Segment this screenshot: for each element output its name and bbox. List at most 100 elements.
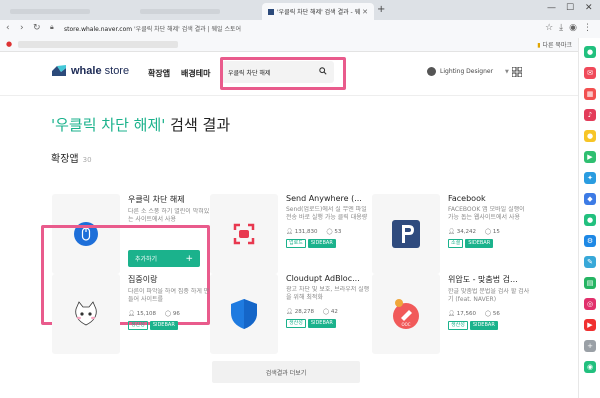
- download-icon[interactable]: ⤓: [559, 23, 563, 33]
- rating-count: ◯ 96: [164, 311, 180, 317]
- rating-count: ◯ 53: [326, 229, 342, 235]
- section-title: 확장앱 30: [51, 154, 92, 165]
- sidebar-tag[interactable]: SIDEBAR: [469, 321, 498, 330]
- add-icon[interactable]: +: [584, 340, 596, 352]
- users-count: 👤︎ 28,278: [286, 309, 314, 315]
- user-icon: 👤︎: [128, 311, 135, 317]
- extension-name[interactable]: 우클릭 차단 해제: [128, 194, 212, 205]
- menu-icon[interactable]: ⋮: [583, 23, 592, 33]
- tab-close-icon[interactable]: ✕: [362, 8, 368, 16]
- category-tag[interactable]: 소셜: [448, 239, 464, 248]
- extension-card[interactable]: Send Anywhere (... Send(업로드)에서 실 무엔 파일전송…: [210, 194, 370, 274]
- extension-thumbnail: [372, 194, 440, 274]
- profile-icon[interactable]: ◉: [569, 23, 577, 33]
- extension-card[interactable]: Cloudupt AdBloc... 광고 차단 및 보호, 브라우저 실행을 …: [210, 274, 370, 354]
- rating-count: ◯ 56: [484, 311, 500, 317]
- sidebar-tag[interactable]: SIDEBAR: [307, 239, 336, 248]
- users-count: 👤︎ 15,108: [128, 311, 156, 317]
- star-icon[interactable]: ☆: [545, 23, 553, 33]
- new-tab-button[interactable]: +: [377, 4, 385, 15]
- extension-icon[interactable]: ●: [584, 46, 596, 58]
- translate-icon[interactable]: ●: [584, 214, 596, 226]
- nav-themes[interactable]: 배경테마: [181, 68, 210, 79]
- browser-tab[interactable]: [4, 3, 132, 20]
- extension-card[interactable]: OOC 위압도 - 맞춤법 검... 한글 맞춤법 문법을 검사 할 검사기 (…: [372, 274, 532, 354]
- sidebar-tag[interactable]: SIDEBAR: [465, 239, 494, 248]
- book-icon[interactable]: ▤: [584, 277, 596, 289]
- extension-thumbnail: OOC: [372, 274, 440, 354]
- extension-thumbnail: [52, 274, 120, 354]
- maximize-icon[interactable]: ☐: [566, 3, 574, 13]
- instagram-icon[interactable]: ◎: [584, 298, 596, 310]
- browser-tab[interactable]: [134, 3, 262, 20]
- extension-name[interactable]: 집중이랑: [128, 274, 212, 285]
- category-tag[interactable]: 생산성: [448, 321, 468, 330]
- user-icon: 👤︎: [286, 229, 293, 235]
- minimize-icon[interactable]: —: [547, 3, 556, 13]
- tab-favicon-icon: [268, 8, 274, 15]
- extension-description: Send(업로드)에서 실 무엔 파일전송 바로 실행 가능 클릭 대용량: [286, 206, 368, 221]
- extension-name[interactable]: Send Anywhere (...: [286, 194, 370, 203]
- users-count: 👤︎ 34,242: [448, 229, 476, 235]
- more-results-button[interactable]: 검색결과 더보기: [212, 361, 360, 383]
- extension-card[interactable]: Facebook FACEBOOK 앱 모바일 실행이 가능 돕는 웹사이트에서…: [372, 194, 532, 274]
- facebook-pages-icon: [392, 220, 420, 248]
- folder-icon: ▮: [537, 42, 541, 49]
- bookmark-item[interactable]: [18, 41, 178, 48]
- forward-icon[interactable]: ›: [20, 23, 24, 33]
- sidebar-tag[interactable]: SIDEBAR: [307, 319, 336, 328]
- browser-tab-bar: '우클릭 차단 해제' 검색 결과 - 웨 ✕ + — ☐ ✕: [0, 0, 600, 20]
- extension-description: 다른 소 스풍 하기 열린이 막혀있는 사이트에서 사용: [128, 208, 210, 223]
- svg-text:OOC: OOC: [401, 322, 410, 327]
- nav-extensions[interactable]: 확장앱: [148, 68, 170, 79]
- users-count: 👤︎ 131,830: [286, 229, 318, 235]
- bookmarks-bar: ● ▮ 다른 북마크: [0, 38, 578, 52]
- app-grid-icon[interactable]: [512, 67, 522, 77]
- extension-card[interactable]: 집중이랑 다른이 파악을 하여 집중 하게 만들어 사이트를 👤︎ 15,108…: [52, 274, 212, 354]
- comment-icon: ◯: [484, 311, 492, 317]
- extension-name[interactable]: Facebook: [448, 194, 532, 203]
- category-tag[interactable]: 업로드: [286, 239, 306, 248]
- music-icon[interactable]: ♪: [584, 109, 596, 121]
- youtube-icon[interactable]: ▶: [584, 319, 596, 331]
- whale-sidebar: ● ✉ ▦ ♪ ● ▶ ✦ ◆ ● ⚙ ✎ ▤ ◎ ▶ + ◉: [578, 38, 600, 398]
- extension-name[interactable]: Cloudupt AdBloc...: [286, 274, 370, 283]
- url-host: store.whale.naver.com: [64, 26, 133, 33]
- whale-store-logo[interactable]: whale store: [52, 64, 129, 78]
- extension-name[interactable]: 위압도 - 맞춤법 검...: [448, 274, 532, 285]
- location-icon[interactable]: ◉: [584, 361, 596, 373]
- sidebar-tag[interactable]: SIDEBAR: [149, 321, 178, 330]
- user-menu[interactable]: Lighting Designer ▼: [427, 67, 509, 76]
- category-tag[interactable]: 생산성: [286, 319, 306, 328]
- video-icon[interactable]: ▶: [584, 151, 596, 163]
- user-icon: 👤︎: [448, 229, 455, 235]
- users-count: 👤︎ 17,560: [448, 311, 476, 317]
- rating-count: ◯ 15: [484, 229, 500, 235]
- rating-count: ◯ 42: [322, 309, 338, 315]
- map-icon[interactable]: ✦: [584, 172, 596, 184]
- reload-icon[interactable]: ↻: [33, 23, 41, 33]
- url-field[interactable]: store.whale.naver.com '우클릭 차단 해제' 검색 결과 …: [64, 24, 241, 33]
- cat-icon: [75, 301, 97, 326]
- bookmark-favicon-icon: ●: [6, 40, 13, 48]
- category-tag[interactable]: 생산성: [128, 321, 148, 330]
- whale-logo-icon: [52, 65, 66, 76]
- url-path: '우클릭 차단 해제' 검색 결과 | 웨일 스토어: [134, 26, 242, 33]
- extension-description: 광고 차단 및 보호, 브라우저 실행을 위해 최적화: [286, 286, 370, 301]
- address-bar: ‹ › ↻ 🔒︎ store.whale.naver.com '우클릭 차단 해…: [0, 20, 600, 38]
- tab-label: '우클릭 차단 해제' 검색 결과 - 웨: [277, 9, 361, 16]
- calendar-icon[interactable]: ▦: [584, 88, 596, 100]
- extension-thumbnail: [210, 194, 278, 274]
- comment-icon: ◯: [322, 309, 330, 315]
- mail-icon[interactable]: ✉: [584, 67, 596, 79]
- settings-icon[interactable]: ⚙: [584, 235, 596, 247]
- browser-tab-active[interactable]: '우클릭 차단 해제' 검색 결과 - 웨 ✕: [262, 3, 374, 20]
- other-bookmarks[interactable]: ▮ 다른 북마크: [537, 40, 572, 49]
- edit-icon[interactable]: ✎: [584, 256, 596, 268]
- close-window-icon[interactable]: ✕: [585, 3, 593, 13]
- shield-icon: [231, 299, 257, 329]
- chat-icon[interactable]: ●: [584, 130, 596, 142]
- user-icon: 👤︎: [286, 309, 293, 315]
- back-icon[interactable]: ‹: [6, 23, 10, 33]
- news-icon[interactable]: ◆: [584, 193, 596, 205]
